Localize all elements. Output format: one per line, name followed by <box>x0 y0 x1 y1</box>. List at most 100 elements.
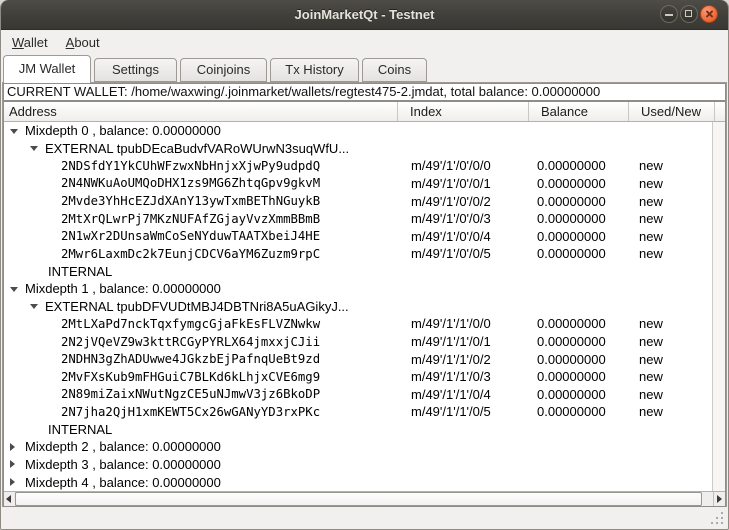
collapse-arrow-icon[interactable] <box>30 146 38 151</box>
tree-row-mixdepth[interactable]: Mixdepth 1 , balance: 0.00000000 <box>4 280 712 298</box>
cell-balance: 0.00000000 <box>529 385 629 403</box>
cell-index: m/49'/1'/1'/0/1 <box>398 333 529 351</box>
cell-balance: 0.00000000 <box>529 368 629 386</box>
tree-row-address[interactable]: 2Mvde3YhHcEZJdXAnY13ywTxmBEThNGuykBm/49'… <box>4 192 712 210</box>
cell-balance: 0.00000000 <box>529 227 629 245</box>
minimize-button[interactable] <box>660 5 678 23</box>
vertical-scrollbar[interactable] <box>712 122 725 491</box>
tree-row-address[interactable]: 2N89miZaixNWutNgzCE5uNJmwV3jz6BkoDP m/49'… <box>4 385 712 403</box>
column-header-used-new[interactable]: Used/New <box>629 102 715 121</box>
tree-row-address[interactable]: 2N7jha2QjH1xmKEWT5Cx26wGANyYD3rxPKcm/49'… <box>4 403 712 421</box>
cell-used-new: new <box>629 192 712 210</box>
cell-balance: 0.00000000 <box>529 210 629 228</box>
cell-used-new <box>629 263 712 281</box>
cell-index: m/49'/1'/1'/0/0 <box>398 315 529 333</box>
cell-index: m/49'/1'/1'/0/4 <box>398 385 529 403</box>
scroll-right-button[interactable] <box>713 492 725 506</box>
cell-balance: 0.00000000 <box>529 315 629 333</box>
tree-row-address[interactable]: 2MvFXsKub9mFHGuiC7BLKd6kLhjxCVE6mg9m/49'… <box>4 368 712 386</box>
horizontal-scrollbar-thumb[interactable] <box>15 492 702 506</box>
tree-row-address[interactable]: 2NDSfdY1YkCUhWFzwxNbHnjxXjwPy9udpdQm/49'… <box>4 157 712 175</box>
tree-header: AddressIndexBalanceUsed/New <box>4 102 725 122</box>
tab-jm-wallet[interactable]: JM Wallet <box>3 55 91 83</box>
cell-index: m/49'/1'/0'/0/3 <box>398 210 529 228</box>
cell-used-new <box>629 438 712 456</box>
cell-index <box>398 473 529 491</box>
maximize-button[interactable] <box>680 5 698 23</box>
collapse-arrow-icon[interactable] <box>10 129 18 134</box>
cell-address: Mixdepth 4 , balance: 0.00000000 <box>25 475 221 490</box>
cell-used-new <box>629 140 712 158</box>
tree-row-address[interactable]: 2MtLXaPd7nckTqxfymgcGjaFkEsFLVZNwkwm/49'… <box>4 315 712 333</box>
cell-address: 2N1wXr2DUnsaWmCoSeNYduwTAATXbeiJ4HE <box>61 229 320 243</box>
tab-coins[interactable]: Coins <box>362 58 427 82</box>
cell-balance: 0.00000000 <box>529 192 629 210</box>
menubar: WalletAbout <box>1 30 729 54</box>
collapse-arrow-icon[interactable] <box>30 304 38 309</box>
tree-row-address[interactable]: 2Mwr6LaxmDc2k7EunjCDCV6aYM6Zuzm9rpCm/49'… <box>4 245 712 263</box>
cell-address: Mixdepth 3 , balance: 0.00000000 <box>25 457 221 472</box>
expand-arrow-icon[interactable] <box>10 460 15 468</box>
tree-row-mixdepth[interactable]: Mixdepth 0 , balance: 0.00000000 <box>4 122 712 140</box>
cell-index: m/49'/1'/0'/0/0 <box>398 157 529 175</box>
cell-used-new <box>629 421 712 439</box>
cell-used-new <box>629 298 712 316</box>
cell-address: Mixdepth 0 , balance: 0.00000000 <box>25 123 221 138</box>
cell-balance <box>529 280 629 298</box>
cell-used-new: new <box>629 227 712 245</box>
cell-index: m/49'/1'/1'/0/5 <box>398 403 529 421</box>
horizontal-scrollbar[interactable] <box>4 491 725 506</box>
menu-item-wallet[interactable]: Wallet <box>3 32 57 53</box>
cell-used-new <box>629 473 712 491</box>
cell-used-new: new <box>629 175 712 193</box>
tree-row-branch[interactable]: EXTERNAL tpubDEcaBudvfVARoWUrwN3suqWfU..… <box>4 140 712 158</box>
cell-used-new <box>629 122 712 140</box>
expand-arrow-icon[interactable] <box>10 478 15 486</box>
titlebar[interactable]: JoinMarketQt - Testnet <box>0 0 729 30</box>
wallet-tree[interactable]: AddressIndexBalanceUsed/New Mixdepth 0 ,… <box>3 101 726 507</box>
minimize-icon <box>665 14 673 16</box>
tree-row-branch[interactable]: EXTERNAL tpubDFVUDtMBJ4DBTNri8A5uAGikyJ.… <box>4 298 712 316</box>
cell-address: 2N89miZaixNWutNgzCE5uNJmwV3jz6BkoDP <box>61 387 320 401</box>
tree-row-mixdepth[interactable]: Mixdepth 3 , balance: 0.00000000 <box>4 456 712 474</box>
cell-used-new: new <box>629 245 712 263</box>
cell-index: m/49'/1'/0'/0/1 <box>398 175 529 193</box>
column-header-address[interactable]: Address <box>4 102 398 121</box>
collapse-arrow-icon[interactable] <box>10 287 18 292</box>
tree-row-mixdepth[interactable]: Mixdepth 2 , balance: 0.00000000 <box>4 438 712 456</box>
menu-item-about[interactable]: About <box>57 32 109 53</box>
tree-row-address[interactable]: 2N2jVQeVZ9w3kttRCGyPYRLX64jmxxjCJiim/49'… <box>4 333 712 351</box>
expand-arrow-icon[interactable] <box>10 443 15 451</box>
cell-used-new: new <box>629 403 712 421</box>
column-header-index[interactable]: Index <box>398 102 529 121</box>
column-header-balance[interactable]: Balance <box>529 102 629 121</box>
cell-used-new: new <box>629 350 712 368</box>
tree-row-address[interactable]: 2N1wXr2DUnsaWmCoSeNYduwTAATXbeiJ4HEm/49'… <box>4 227 712 245</box>
tree-row-internal[interactable]: INTERNAL <box>4 263 712 281</box>
close-button[interactable] <box>700 5 718 23</box>
tree-row-address[interactable]: 2N4NWKuAoUMQoDHX1zs9MG6ZhtqGpv9gkvMm/49'… <box>4 175 712 193</box>
cell-balance: 0.00000000 <box>529 245 629 263</box>
tab-tx-history[interactable]: Tx History <box>270 58 359 82</box>
tree-row-mixdepth[interactable]: Mixdepth 4 , balance: 0.00000000 <box>4 473 712 491</box>
tree-row-address[interactable]: 2NDHN3gZhADUwwe4JGkzbEjPafnqUeBt9zdm/49'… <box>4 350 712 368</box>
column-header-filler <box>715 102 727 121</box>
cell-index <box>398 438 529 456</box>
resize-grip[interactable] <box>709 510 725 526</box>
cell-balance <box>529 140 629 158</box>
cell-address: 2MvFXsKub9mFHGuiC7BLKd6kLhjxCVE6mg9 <box>61 370 320 384</box>
cell-balance <box>529 122 629 140</box>
status-bar <box>1 506 728 529</box>
cell-address: 2MtXrQLwrPj7MKzNUFAfZGjayVvzXmmBBmB <box>61 212 320 226</box>
cell-address: INTERNAL <box>48 264 112 279</box>
cell-balance: 0.00000000 <box>529 157 629 175</box>
maximize-icon <box>685 10 692 17</box>
cell-balance <box>529 438 629 456</box>
window-title: JoinMarketQt - Testnet <box>0 0 729 30</box>
tree-row-address[interactable]: 2MtXrQLwrPj7MKzNUFAfZGjayVvzXmmBBmB m/49'… <box>4 210 712 228</box>
tree-row-internal[interactable]: INTERNAL <box>4 421 712 439</box>
tab-coinjoins[interactable]: Coinjoins <box>180 58 267 82</box>
cell-balance: 0.00000000 <box>529 175 629 193</box>
cell-index: m/49'/1'/1'/0/2 <box>398 350 529 368</box>
tab-settings[interactable]: Settings <box>94 58 177 82</box>
